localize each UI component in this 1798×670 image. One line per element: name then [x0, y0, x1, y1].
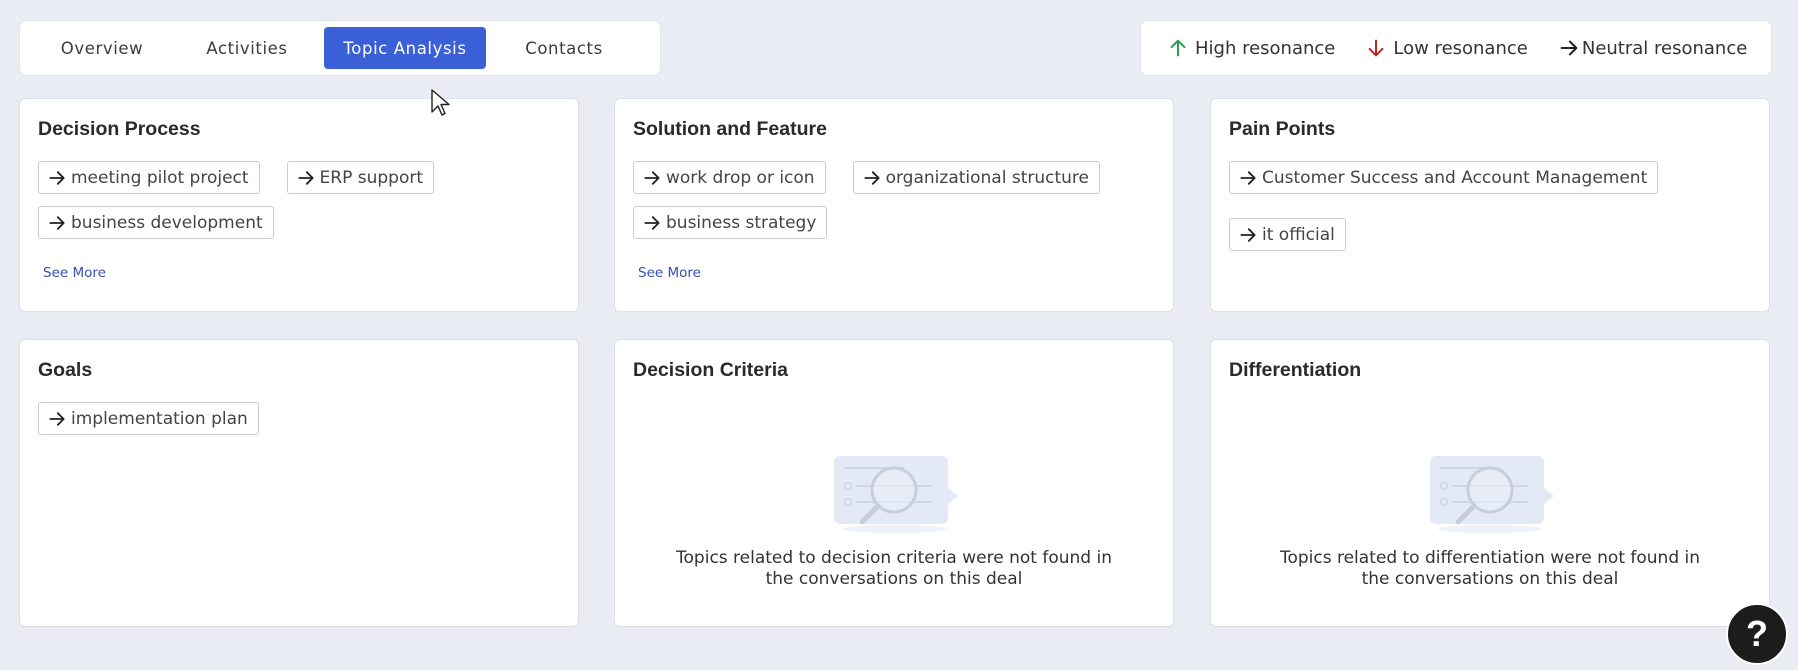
topic-chip[interactable]: implementation plan	[38, 402, 259, 435]
topic-label: business strategy	[666, 212, 817, 233]
topic-list: implementation plan	[38, 402, 558, 435]
arrow-right-icon	[49, 170, 65, 185]
empty-state: Topics related to decision criteria were…	[615, 452, 1173, 590]
card-differentiation: Differentiation Topics related to differ…	[1210, 339, 1770, 627]
topic-chip[interactable]: organizational structure	[852, 161, 1100, 194]
empty-search-illustration-icon	[1430, 456, 1554, 533]
card-title: Pain Points	[1229, 118, 1336, 140]
empty-state-text: Topics related to decision criteria were…	[676, 548, 1112, 589]
card-decision-criteria: Decision Criteria Topics related to deci…	[614, 339, 1174, 627]
card-pain-points: Pain Points Customer Success and Account…	[1210, 98, 1770, 312]
arrow-right-icon	[1240, 227, 1256, 242]
arrow-down-icon	[1368, 39, 1384, 57]
topic-chip[interactable]: meeting pilot project	[38, 161, 260, 194]
tab-overview[interactable]: Overview	[34, 27, 170, 69]
arrow-up-icon	[1170, 39, 1186, 57]
topic-chip[interactable]: it official	[1229, 218, 1346, 251]
topic-label: business development	[71, 212, 263, 233]
arrow-right-icon	[49, 215, 65, 230]
topic-list: Customer Success and Account Management …	[1229, 161, 1749, 251]
topic-label: implementation plan	[71, 408, 248, 429]
arrow-right-icon	[644, 215, 660, 230]
topic-label: meeting pilot project	[71, 167, 249, 188]
legend-high-label: High resonance	[1195, 37, 1336, 59]
tab-activities[interactable]: Activities	[170, 27, 324, 69]
topic-list: work drop or icon organizational structu…	[633, 161, 1153, 239]
mouse-cursor-icon	[431, 89, 450, 116]
topic-label: it official	[1262, 224, 1335, 245]
card-title: Decision Process	[38, 118, 201, 140]
legend-high-resonance: High resonance	[1167, 37, 1335, 59]
card-title: Decision Criteria	[633, 359, 788, 381]
card-title: Differentiation	[1229, 359, 1362, 381]
arrow-right-icon	[644, 170, 660, 185]
arrow-right-icon	[1240, 170, 1256, 185]
arrow-right-icon	[864, 170, 880, 185]
arrow-right-icon	[1560, 40, 1578, 56]
empty-search-illustration-icon	[834, 456, 958, 533]
help-button[interactable]: ?	[1726, 603, 1788, 665]
card-solution-and-feature: Solution and Feature work drop or icon o…	[614, 98, 1174, 312]
see-more-link[interactable]: See More	[638, 265, 701, 281]
topic-label: organizational structure	[885, 167, 1089, 188]
see-more-link[interactable]: See More	[43, 265, 106, 281]
tab-contacts[interactable]: Contacts	[486, 27, 642, 69]
legend-neutral-resonance: Neutral resonance	[1558, 37, 1747, 59]
card-title: Solution and Feature	[633, 118, 827, 140]
tab-bar: Overview Activities Topic Analysis Conta…	[19, 20, 661, 76]
card-title: Goals	[38, 359, 93, 381]
card-goals: Goals implementation plan	[19, 339, 579, 627]
topic-chip[interactable]: business strategy	[633, 206, 828, 239]
arrow-right-icon	[49, 411, 65, 426]
empty-state-text: Topics related to differentiation were n…	[1279, 548, 1701, 589]
card-decision-process: Decision Process meeting pilot project E…	[19, 98, 579, 312]
topic-chip[interactable]: work drop or icon	[633, 161, 826, 194]
topic-label: work drop or icon	[666, 167, 815, 188]
legend-neutral-label: Neutral resonance	[1581, 37, 1748, 59]
resonance-legend: High resonance Low resonance Neutral res…	[1140, 20, 1772, 76]
topic-list: meeting pilot project ERP support busine…	[38, 161, 558, 239]
empty-state: Topics related to differentiation were n…	[1211, 452, 1769, 590]
topic-chip[interactable]: business development	[38, 206, 274, 239]
arrow-right-icon	[297, 170, 314, 185]
topic-label: ERP support	[319, 167, 424, 188]
topic-chip[interactable]: ERP support	[286, 161, 435, 194]
topic-label: Customer Success and Account Management	[1262, 167, 1648, 188]
tab-topic-analysis[interactable]: Topic Analysis	[324, 27, 486, 69]
topic-chip[interactable]: Customer Success and Account Management	[1229, 161, 1659, 194]
legend-low-resonance: Low resonance	[1365, 37, 1528, 59]
legend-low-label: Low resonance	[1393, 37, 1528, 59]
